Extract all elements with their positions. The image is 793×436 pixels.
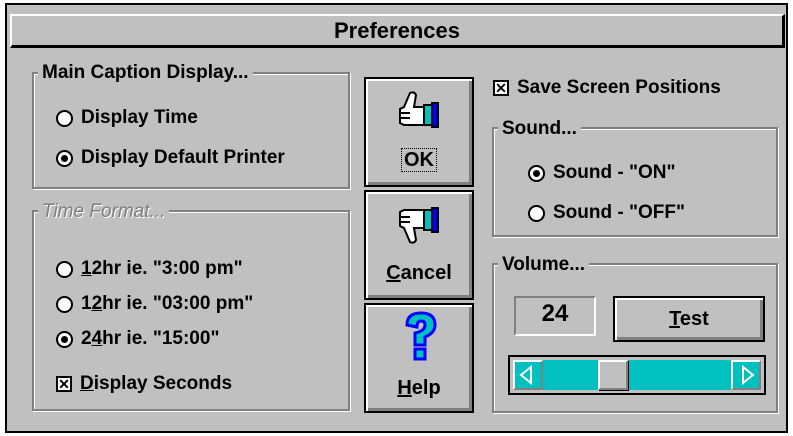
ok-label: OK [366, 148, 472, 172]
radio-circle [56, 109, 73, 127]
thumbs-up-icon [399, 91, 439, 128]
radio-sound-off[interactable]: Sound - "OFF" [528, 201, 685, 225]
question-mark-icon [405, 311, 437, 361]
mnemonic: 4 [91, 328, 103, 349]
scroll-right-arrow[interactable] [731, 360, 761, 390]
scroll-left-arrow[interactable] [513, 360, 543, 390]
title-bar[interactable]: Preferences [10, 14, 785, 48]
mnemonic: T [669, 308, 680, 330]
label-rest: isplay Seconds [93, 373, 233, 394]
ok-button[interactable]: OK [364, 77, 474, 187]
label-rest: 2hr ie. "3:00 pm" [91, 258, 243, 279]
scroll-thumb[interactable] [598, 360, 628, 390]
radio-sound-on[interactable]: Sound - "ON" [528, 161, 676, 185]
test-button[interactable]: Test [613, 296, 765, 342]
checkbox-label: Save Screen Positions [517, 77, 721, 98]
volume-slider[interactable] [508, 355, 766, 395]
mnemonic: 1 [81, 258, 92, 279]
volume-value: 24 [514, 296, 596, 336]
cancel-button[interactable]: Cancel [364, 190, 474, 300]
ok-text: OK [401, 148, 437, 172]
radio-circle [528, 164, 545, 182]
cancel-label: Cancel [366, 262, 472, 284]
arrow-right-icon [742, 364, 755, 386]
sound-legend: Sound... [498, 118, 581, 140]
mnemonic: D [80, 373, 94, 394]
window-title: Preferences [334, 18, 460, 43]
label-rest: elp [411, 377, 441, 399]
radio-12hr-padded[interactable]: 12hr ie. "03:00 pm" [56, 292, 253, 316]
label-pre: 1 [81, 293, 92, 314]
thumbs-down-icon [399, 207, 439, 244]
time-format-legend: Time Format... [38, 201, 170, 223]
radio-circle [56, 295, 73, 313]
radio-display-time[interactable]: Display Time [56, 106, 198, 130]
main-caption-legend: Main Caption Display... [38, 62, 253, 84]
radio-label: Sound - "ON" [553, 162, 676, 183]
checkbox-box: ✕ [493, 80, 509, 96]
arrow-left-icon [519, 364, 532, 386]
mnemonic: 2 [91, 293, 103, 314]
radio-circle [56, 330, 73, 348]
label-rest: hr ie. "15:00" [102, 328, 220, 349]
main-caption-group [32, 72, 350, 189]
scroll-track[interactable] [543, 360, 731, 390]
label-pre: 2 [81, 328, 92, 349]
mnemonic: H [397, 377, 412, 399]
checkbox-display-seconds[interactable]: ✕ Display Seconds [56, 372, 232, 396]
radio-dot [533, 169, 540, 177]
radio-label: Display Time [81, 107, 198, 128]
radio-dot [61, 335, 68, 343]
radio-display-default-printer[interactable]: Display Default Printer [56, 146, 285, 170]
radio-dot [61, 154, 68, 162]
checkbox-box: ✕ [56, 376, 72, 392]
checkbox-save-screen-positions[interactable]: ✕ Save Screen Positions [493, 76, 721, 100]
radio-12hr[interactable]: 12hr ie. "3:00 pm" [56, 257, 243, 281]
radio-circle [56, 260, 73, 278]
radio-label: 24hr ie. "15:00" [81, 327, 219, 351]
mnemonic: C [386, 262, 401, 284]
help-label: Help [366, 377, 472, 399]
label-rest: est [679, 308, 709, 330]
radio-label: Display Default Printer [81, 147, 285, 168]
radio-circle [528, 204, 545, 222]
volume-legend: Volume... [498, 254, 590, 276]
radio-label: 12hr ie. "3:00 pm" [81, 257, 243, 281]
checkbox-label: Display Seconds [80, 372, 232, 396]
label-rest: ancel [400, 262, 452, 284]
radio-label: 12hr ie. "03:00 pm" [81, 292, 253, 316]
radio-circle [56, 149, 73, 167]
label-rest: hr ie. "03:00 pm" [102, 293, 254, 314]
help-button[interactable]: Help [364, 303, 474, 413]
radio-label: Sound - "OFF" [553, 202, 685, 223]
radio-24hr[interactable]: 24hr ie. "15:00" [56, 327, 219, 351]
